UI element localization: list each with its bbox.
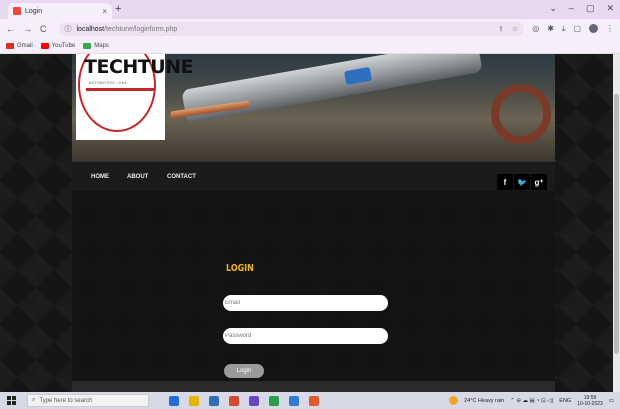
hero-banner: TECHTUNE AUTOMOTIVE • KKA	[72, 54, 555, 161]
notification-icon[interactable]: ▭	[609, 398, 614, 404]
share-icon[interactable]: ⇪	[498, 25, 504, 33]
site-logo[interactable]: TECHTUNE AUTOMOTIVE • KKA	[76, 54, 194, 140]
bookmark-youtube[interactable]: YouTube	[40, 43, 76, 49]
browser-tab-bar: Login × + ⌄ – ▢ ✕	[0, 0, 620, 19]
back-arrow-icon[interactable]: ←	[6, 24, 15, 34]
chrome-icon[interactable]	[269, 395, 279, 406]
maps-icon	[83, 43, 92, 49]
gmail-icon	[6, 43, 14, 49]
footer-band	[72, 381, 555, 392]
login-heading: LOGIN	[226, 263, 254, 274]
language-indicator[interactable]: ENG	[559, 398, 571, 404]
url-host: localhost	[76, 25, 105, 33]
logo-wordmark: TECHTUNE	[84, 56, 194, 78]
page-viewport: TECHTUNE AUTOMOTIVE • KKA HOME ABOUT CON…	[0, 54, 620, 392]
menu-kebab-icon[interactable]: ⋮	[606, 24, 614, 34]
taskbar-search-placeholder: Type here to search	[39, 397, 93, 404]
weather-text[interactable]: 24°C Heavy rain	[464, 398, 504, 404]
store-icon[interactable]	[209, 395, 219, 406]
url-field[interactable]: ⓘ localhost/techtune/loginform.php ⇪ ☆	[58, 22, 525, 36]
reload-icon[interactable]: C	[40, 24, 47, 34]
nav-about[interactable]: ABOUT	[127, 174, 148, 180]
download-icon[interactable]: ⤓	[562, 24, 566, 34]
file-explorer-icon[interactable]	[189, 395, 199, 406]
facebook-icon[interactable]: f	[497, 174, 513, 190]
bookmark-label: YouTube	[51, 43, 76, 49]
forward-arrow-icon[interactable]: →	[23, 24, 32, 34]
minimize-button[interactable]: –	[569, 3, 574, 14]
googleplus-icon[interactable]: g⁺	[531, 174, 547, 190]
search-icon: ⌕	[32, 397, 36, 403]
youtube-icon	[40, 43, 49, 49]
profile-avatar[interactable]	[589, 24, 598, 33]
address-bar-row: ← → C ⓘ localhost/techtune/loginform.php…	[0, 19, 620, 39]
bookmarks-bar: Gmail YouTube Maps	[0, 39, 620, 54]
site-container: TECHTUNE AUTOMOTIVE • KKA HOME ABOUT CON…	[72, 54, 555, 392]
close-window-button[interactable]: ✕	[606, 3, 614, 14]
password-field[interactable]	[223, 328, 388, 344]
site-nav: HOME ABOUT CONTACT f 🐦 g⁺	[72, 161, 555, 191]
clock-date: 10-10-2023	[577, 400, 603, 407]
bookmark-star-icon[interactable]: ☆	[512, 25, 518, 33]
word-icon[interactable]	[289, 395, 299, 406]
puzzle-icon[interactable]: ✱	[547, 24, 554, 34]
edge-icon[interactable]	[169, 395, 179, 406]
taskbar-search[interactable]: ⌕ Type here to search	[27, 394, 149, 407]
maximize-button[interactable]: ▢	[586, 3, 595, 14]
clock[interactable]: 19:59 10-10-2023	[577, 395, 603, 407]
app-icon[interactable]	[309, 395, 319, 406]
email-field[interactable]	[223, 295, 388, 311]
extension-icons: ◎ ✱ ⤓ ▢ ⋮	[532, 24, 614, 34]
windows-start-icon[interactable]	[7, 395, 19, 406]
tab-title: Login	[25, 7, 43, 15]
sidepanel-icon[interactable]: ▢	[573, 24, 581, 34]
app-icon[interactable]	[229, 395, 239, 406]
scrollbar-thumb[interactable]	[614, 94, 619, 354]
login-button[interactable]: Login	[224, 364, 264, 378]
bookmark-maps[interactable]: Maps	[83, 43, 109, 49]
window-controls: ⌄ – ▢ ✕	[549, 3, 614, 14]
favicon-icon	[13, 7, 21, 15]
windows-taskbar: ⌕ Type here to search 24°C Heavy rain ⌃ …	[0, 392, 620, 409]
tab-search-icon[interactable]: ⌄	[549, 3, 557, 14]
logo-bar	[86, 88, 154, 91]
bookmark-label: Gmail	[17, 43, 33, 49]
tab-close-icon[interactable]: ×	[102, 7, 107, 16]
tray-icons[interactable]: ⌃ ⊖ ☁ ▤ ◔ ⊡ ◁)	[510, 398, 553, 404]
url-path: /techtune/loginform.php	[104, 25, 178, 33]
browser-tab[interactable]: Login ×	[8, 3, 112, 19]
extension-icon[interactable]: ◎	[532, 24, 539, 34]
taskbar-apps	[169, 395, 319, 406]
nav-contact[interactable]: CONTACT	[167, 174, 196, 180]
bookmark-gmail[interactable]: Gmail	[6, 43, 33, 49]
system-tray: 24°C Heavy rain ⌃ ⊖ ☁ ▤ ◔ ⊡ ◁) ENG 19:59…	[449, 395, 620, 407]
page-scrollbar[interactable]	[613, 54, 620, 392]
bookmark-label: Maps	[94, 43, 109, 49]
nav-home[interactable]: HOME	[91, 174, 109, 180]
hero-hose	[491, 84, 551, 144]
new-tab-button[interactable]: +	[115, 3, 121, 15]
logo-tagline: AUTOMOTIVE • KKA	[89, 81, 128, 85]
hero-tool-image	[181, 54, 483, 124]
twitter-icon[interactable]: 🐦	[514, 174, 530, 190]
site-info-icon[interactable]: ⓘ	[65, 24, 72, 34]
weather-icon	[449, 396, 459, 405]
app-icon[interactable]	[249, 395, 259, 406]
